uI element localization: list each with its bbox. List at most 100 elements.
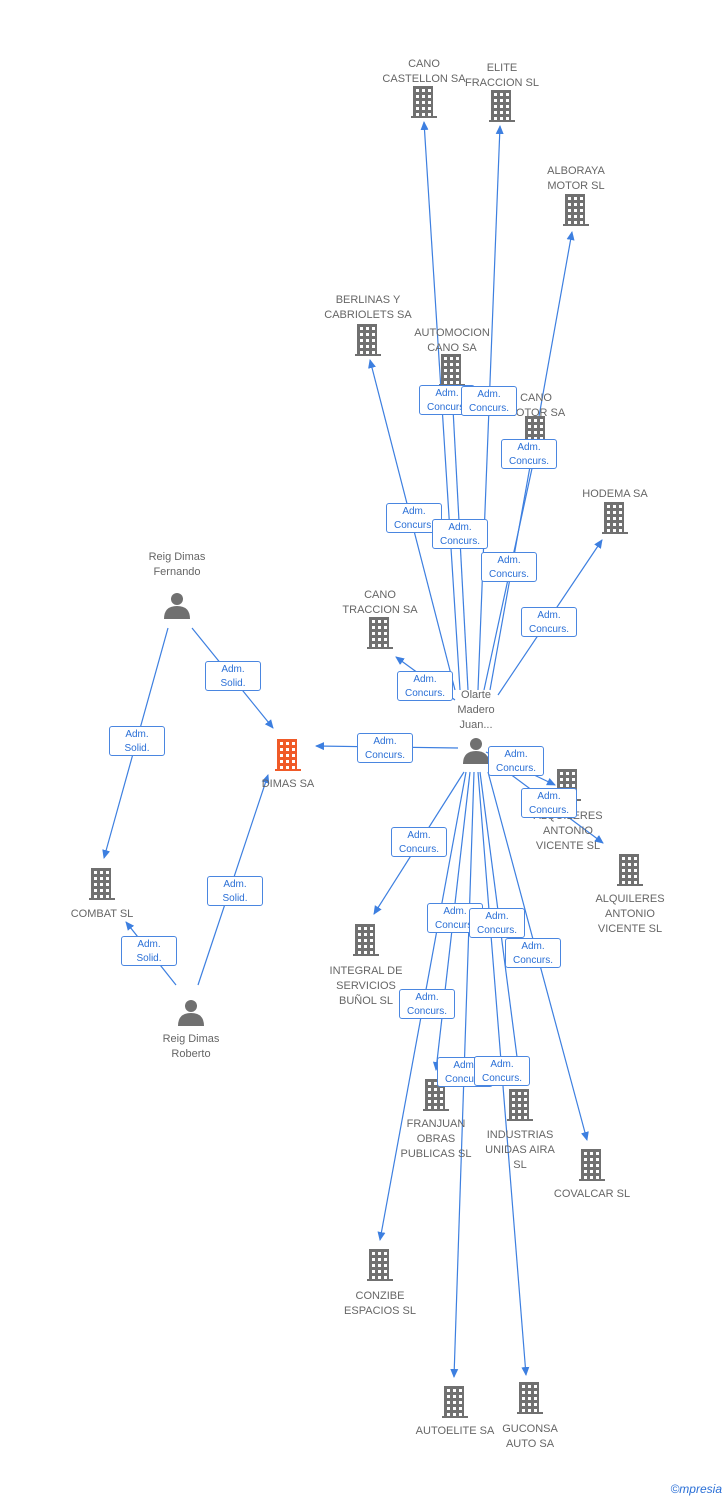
node-label-line: INDUSTRIAS <box>486 1129 554 1141</box>
node-label-combat[interactable]: COMBAT SL <box>42 907 162 922</box>
edge-label-line: Concurs. <box>476 925 517 936</box>
edge-label-line: Adm. <box>497 555 521 566</box>
edge-label[interactable]: Adm. Concurs. <box>397 671 453 701</box>
edge-label[interactable]: Adm. Solid. <box>109 726 165 756</box>
brand-logo: ©mpresia <box>670 1482 722 1496</box>
node-label-covalcar[interactable]: COVALCAR SL <box>532 1187 652 1202</box>
network-diagram: ©mpresia Olarte Madero Juan... CANO CASTELLO… <box>0 0 728 1500</box>
edge-label-line: Solid. <box>124 743 150 754</box>
node-label-line: FRACCION SL <box>465 77 539 89</box>
edge-label-line: Adm. <box>407 830 431 841</box>
building-icon[interactable] <box>563 194 589 226</box>
node-label-berlinas[interactable]: BERLINAS Y CABRIOLETS SA <box>308 293 428 323</box>
edge-label-line: Adm. <box>125 729 149 740</box>
node-label-line: UNIDAS AIRA <box>485 1144 555 1156</box>
edge-label-line: Adm. <box>485 911 509 922</box>
edge-label-line: Concurs. <box>528 805 569 816</box>
node-label-line: GUCONSA <box>502 1423 558 1435</box>
edge-label[interactable]: Adm. Concurs. <box>357 733 413 763</box>
edge-label-line: Solid. <box>222 893 248 904</box>
node-label-line: ALQUILERES <box>595 893 665 905</box>
building-icon[interactable] <box>579 1149 605 1181</box>
node-label-line: DIMAS SA <box>261 778 315 790</box>
edge-label-line: Concurs. <box>481 1073 522 1084</box>
building-icon[interactable] <box>602 502 628 534</box>
edge-label[interactable]: Adm. Solid. <box>121 936 177 966</box>
edge-label-line: Solid. <box>136 953 162 964</box>
building-icon[interactable] <box>367 1249 393 1281</box>
node-label-line: Reig Dimas <box>162 1033 220 1045</box>
node-label-line: ELITE <box>486 62 518 74</box>
edge-label-line: Adm. <box>413 674 437 685</box>
node-label-line: TRACCION SA <box>342 604 418 616</box>
node-label-line: Reig Dimas <box>148 551 206 563</box>
node-label-automocion[interactable]: AUTOMOCION CANO SA <box>392 326 512 356</box>
edge-label[interactable]: Adm. Concurs. <box>469 908 525 938</box>
node-label-guconsa[interactable]: GUCONSA AUTO SA <box>470 1422 590 1452</box>
node-label-dimas[interactable]: DIMAS SA <box>228 777 348 792</box>
building-icon[interactable] <box>442 1386 468 1418</box>
node-label-industrias[interactable]: INDUSTRIAS UNIDAS AIRA SL <box>460 1128 580 1173</box>
edge-label[interactable]: Adm. Concurs. <box>521 788 577 818</box>
edge-label-line: Concurs. <box>488 569 529 580</box>
node-label-line: MOTOR SL <box>547 180 605 192</box>
building-icon[interactable] <box>353 924 379 956</box>
node-label-line: AUTO SA <box>505 1438 555 1450</box>
person-icon[interactable] <box>463 738 489 764</box>
building-icon[interactable] <box>617 854 643 886</box>
edge-label-line: Adm. <box>137 939 161 950</box>
building-icon[interactable] <box>367 617 393 649</box>
node-label-fernando[interactable]: Reig Dimas Fernando <box>117 550 237 580</box>
node-label-line: COVALCAR SL <box>553 1188 631 1200</box>
edge-label-line: Adm. <box>373 736 397 747</box>
node-label-cano_traccion[interactable]: CANO TRACCION SA <box>320 588 440 618</box>
node-label-line: INTEGRAL DE <box>329 965 403 977</box>
building-icon[interactable] <box>275 739 301 771</box>
node-label-alboraya[interactable]: ALBORAYA MOTOR SL <box>516 164 636 194</box>
edge-label[interactable]: Adm. Concurs. <box>432 519 488 549</box>
edge-label[interactable]: Adm. Concurs. <box>481 552 537 582</box>
edge-label[interactable]: Adm. Solid. <box>207 876 263 906</box>
edge-label[interactable]: Adm. Concurs. <box>391 827 447 857</box>
edge-label[interactable]: Adm. Concurs. <box>521 607 577 637</box>
edge-label[interactable]: Adm. Concurs. <box>474 1056 530 1086</box>
edge-label-line: Concurs. <box>439 536 480 547</box>
building-icon[interactable] <box>411 86 437 118</box>
node-label-elite[interactable]: ELITE FRACCION SL <box>442 61 562 91</box>
edge-label-line: Adm. <box>415 992 439 1003</box>
edge-label[interactable]: Adm. Concurs. <box>461 386 517 416</box>
building-icon[interactable] <box>355 324 381 356</box>
edge-label-line: Concurs. <box>406 1006 447 1017</box>
node-label-line: AUTOMOCION <box>414 327 490 339</box>
edge-label[interactable]: Adm. Concurs. <box>501 439 557 469</box>
edge-label[interactable]: Adm. Concurs. <box>505 938 561 968</box>
node-label-line: CABRIOLETS SA <box>324 309 412 321</box>
node-label-line: ANTONIO <box>543 825 593 837</box>
edge-label[interactable]: Adm. Concurs. <box>488 746 544 776</box>
node-label-line: CANO SA <box>427 342 477 354</box>
edge-label-line: Adm. <box>537 610 561 621</box>
edge-label[interactable]: Adm. Concurs. <box>399 989 455 1019</box>
node-label-line: Madero <box>457 704 495 716</box>
node-label-alquileres2[interactable]: ALQUILERES ANTONIO VICENTE SL <box>570 892 690 937</box>
edge-label-line: Adm. <box>537 791 561 802</box>
building-icon[interactable] <box>439 354 465 386</box>
edge-label-line: Concurs. <box>512 955 553 966</box>
node-label-conzibe[interactable]: CONZIBE ESPACIOS SL <box>320 1289 440 1319</box>
building-icon[interactable] <box>489 90 515 122</box>
building-icon[interactable] <box>89 868 115 900</box>
edge-label-line: Concurs. <box>398 844 439 855</box>
building-icon[interactable] <box>517 1382 543 1414</box>
node-label-line: VICENTE SL <box>535 840 601 852</box>
person-icon[interactable] <box>178 1000 204 1026</box>
node-label-hodema[interactable]: HODEMA SA <box>555 487 675 502</box>
node-label-line: HODEMA SA <box>582 488 648 500</box>
node-label-roberto[interactable]: Reig Dimas Roberto <box>131 1032 251 1062</box>
node-label-line: Fernando <box>153 566 201 578</box>
edge-label-line: Concurs. <box>404 688 445 699</box>
edge-label-line: Adm. <box>504 749 528 760</box>
edge-label[interactable]: Adm. Solid. <box>205 661 261 691</box>
person-icon[interactable] <box>164 593 190 619</box>
building-icon[interactable] <box>507 1089 533 1121</box>
node-label-line: ALBORAYA <box>547 165 605 177</box>
